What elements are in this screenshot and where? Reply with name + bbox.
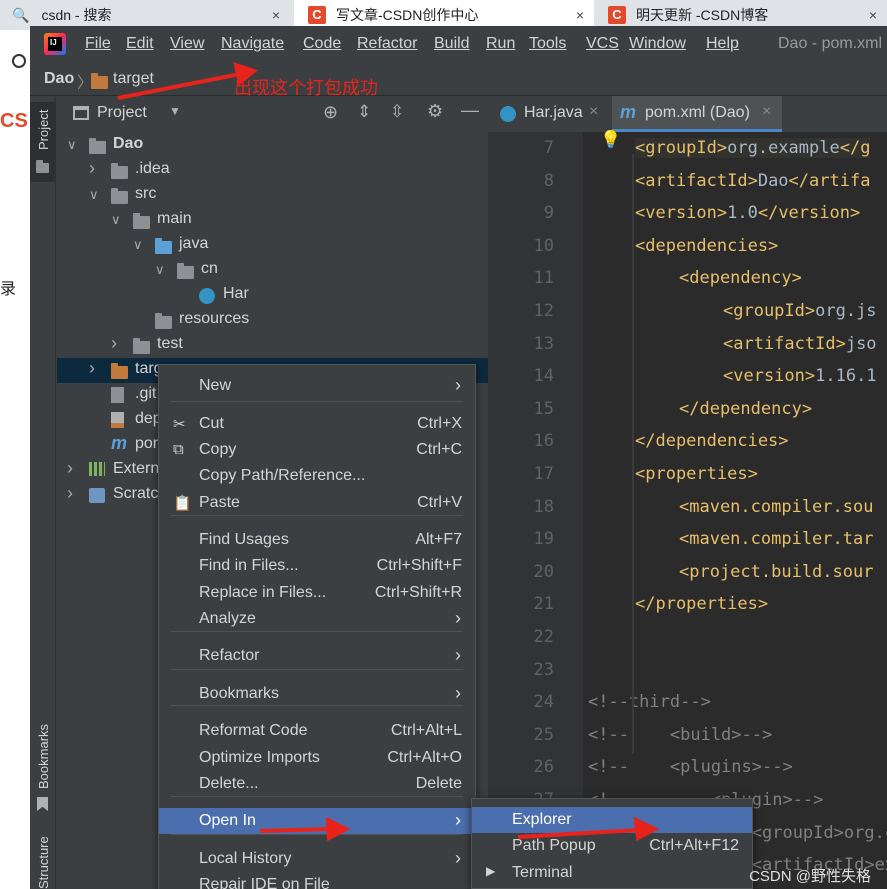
annotation-arrow xyxy=(517,816,660,842)
annotation-arrow xyxy=(259,816,351,842)
annotation-text: 出现这个打包成功 xyxy=(234,78,378,98)
watermark: CSDN @野性失格 xyxy=(749,868,871,885)
screenshot-root: 🔍 csdn - 搜索 × C 写文章-CSDN创作中心 × C 明天更新 -C… xyxy=(0,0,887,889)
annotation-arrows xyxy=(117,61,660,842)
